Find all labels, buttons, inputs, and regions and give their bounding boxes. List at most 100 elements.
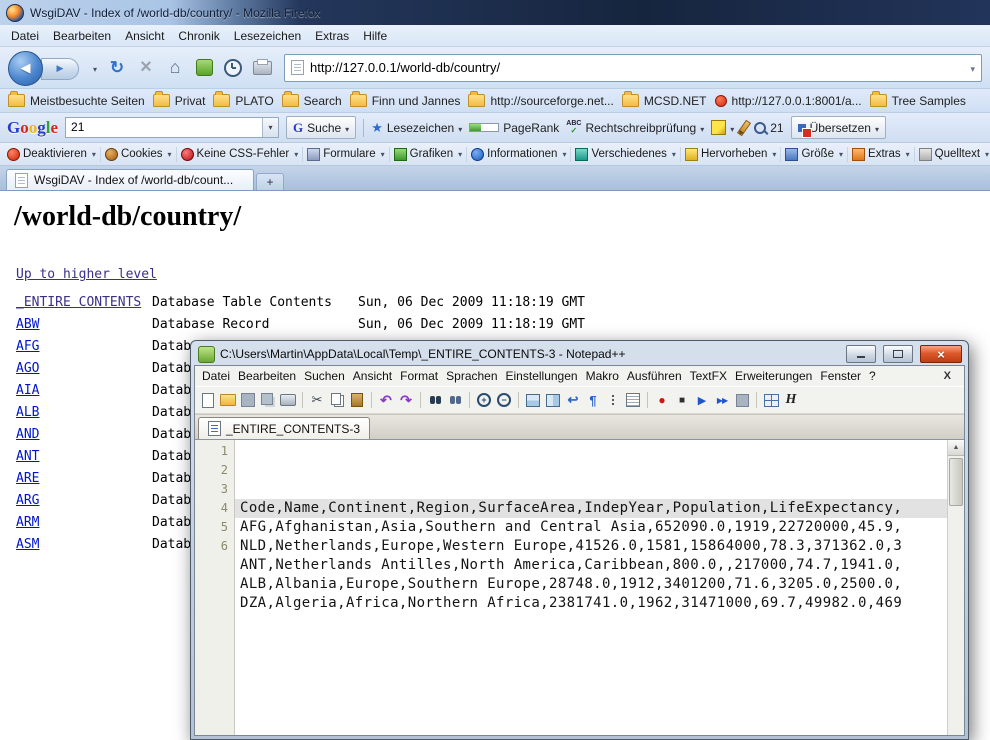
- code-line[interactable]: ANT,Netherlands Antilles,North America,C…: [235, 556, 947, 575]
- close-button[interactable]: [920, 345, 962, 363]
- record-macro-icon[interactable]: [653, 391, 671, 409]
- up-to-higher-level-link[interactable]: Up to higher level: [16, 267, 157, 282]
- highlight-button[interactable]: [711, 120, 734, 135]
- menu-item[interactable]: Datei: [198, 367, 234, 385]
- pagerank-widget[interactable]: PageRank: [469, 121, 559, 135]
- menu-item[interactable]: Makro: [582, 367, 623, 385]
- menu-item[interactable]: Bearbeiten: [46, 27, 118, 45]
- result-counter[interactable]: 21: [754, 121, 783, 135]
- webdev-menu-item[interactable]: Cookies: [101, 147, 177, 162]
- browser-tab[interactable]: WsgiDAV - Index of /world-db/count...: [6, 169, 254, 190]
- webdev-menu-item[interactable]: Keine CSS-Fehler: [177, 147, 304, 162]
- entry-link[interactable]: AFG: [16, 336, 152, 358]
- entry-link[interactable]: ALB: [16, 402, 152, 424]
- replace-icon[interactable]: [446, 391, 464, 409]
- bookmark-item[interactable]: Search: [278, 92, 346, 110]
- code-line[interactable]: DZA,Algeria,Africa,Northern Africa,23817…: [235, 594, 947, 613]
- menu-item[interactable]: Hilfe: [356, 27, 394, 45]
- spellcheck-button[interactable]: ABC Rechtschreibprüfung: [566, 120, 704, 135]
- menu-item[interactable]: ?: [865, 367, 880, 385]
- bookmark-item[interactable]: Meistbesuchte Seiten: [4, 92, 149, 110]
- menu-item[interactable]: Erweiterungen: [731, 367, 816, 385]
- history-dropdown-icon[interactable]: [90, 59, 100, 77]
- webdev-menu-item[interactable]: Extras: [848, 147, 915, 162]
- entry-link[interactable]: AIA: [16, 380, 152, 402]
- maximize-button[interactable]: [883, 345, 913, 363]
- entry-link[interactable]: AND: [16, 424, 152, 446]
- entry-link[interactable]: ARM: [16, 512, 152, 534]
- home-button[interactable]: [163, 56, 187, 80]
- google-search-value[interactable]: 21: [66, 118, 262, 137]
- menu-item[interactable]: Fenster: [816, 367, 865, 385]
- url-dropdown-icon[interactable]: [970, 60, 975, 75]
- entry-link[interactable]: _ENTIRE CONTENTS: [16, 292, 152, 314]
- bookmark-item[interactable]: PLATO: [209, 92, 277, 110]
- webdev-menu-item[interactable]: Formulare: [303, 147, 389, 162]
- redo-icon[interactable]: [397, 391, 415, 409]
- code-line[interactable]: Code,Name,Continent,Region,SurfaceArea,I…: [235, 499, 947, 518]
- entry-link[interactable]: ARG: [16, 490, 152, 512]
- firefox-titlebar[interactable]: WsgiDAV - Index of /world-db/country/ - …: [0, 0, 990, 25]
- sync-scroll-v-icon[interactable]: [524, 391, 542, 409]
- code-line[interactable]: AFG,Afghanistan,Asia,Southern and Centra…: [235, 518, 947, 537]
- find-icon[interactable]: [426, 391, 444, 409]
- run-macro-multiple-icon[interactable]: [713, 391, 731, 409]
- bookmark-item[interactable]: Tree Samples: [866, 92, 970, 110]
- code-line[interactable]: ALB,Albania,Europe,Southern Europe,28748…: [235, 575, 947, 594]
- search-history-dropdown-icon[interactable]: [262, 118, 278, 137]
- show-all-chars-icon[interactable]: [584, 391, 602, 409]
- menu-item[interactable]: Suchen: [300, 367, 349, 385]
- back-button[interactable]: [8, 51, 43, 86]
- stop-button[interactable]: [134, 56, 158, 80]
- webdev-menu-item[interactable]: Informationen: [467, 147, 571, 162]
- webdev-menu-item[interactable]: Quelltext: [915, 147, 990, 162]
- entry-link[interactable]: ARE: [16, 468, 152, 490]
- html-tag-icon[interactable]: [782, 391, 800, 409]
- menu-item[interactable]: TextFX: [686, 367, 731, 385]
- bookmark-item[interactable]: http://127.0.0.1:8001/a...: [711, 92, 866, 110]
- copy-icon[interactable]: [328, 391, 346, 409]
- translate-button[interactable]: Übersetzen: [791, 116, 886, 139]
- menu-item[interactable]: Lesezeichen: [227, 27, 308, 45]
- edit-button[interactable]: [741, 120, 747, 136]
- webdev-menu-item[interactable]: Grafiken: [390, 147, 467, 162]
- menu-item[interactable]: Ansicht: [349, 367, 396, 385]
- bookmark-item[interactable]: Privat: [149, 92, 210, 110]
- url-text[interactable]: http://127.0.0.1/world-db/country/: [310, 60, 964, 75]
- word-wrap-icon[interactable]: [564, 391, 582, 409]
- entry-link[interactable]: ASM: [16, 534, 152, 556]
- google-search-button[interactable]: G Suche: [286, 116, 356, 139]
- minimize-button[interactable]: [846, 345, 876, 363]
- code-line[interactable]: NLD,Netherlands,Europe,Western Europe,41…: [235, 537, 947, 556]
- vertical-scrollbar[interactable]: [947, 440, 964, 735]
- menu-close-button[interactable]: X: [934, 368, 961, 384]
- editor-area[interactable]: 123456 Code,Name,Continent,Region,Surfac…: [195, 439, 964, 735]
- forward-button[interactable]: [41, 58, 79, 80]
- entry-link[interactable]: ABW: [16, 314, 152, 336]
- cut-icon[interactable]: [308, 391, 326, 409]
- save-icon[interactable]: [239, 391, 257, 409]
- menu-item[interactable]: Ansicht: [118, 27, 171, 45]
- bookmark-item[interactable]: Finn und Jannes: [346, 92, 465, 110]
- menu-item[interactable]: Format: [396, 367, 442, 385]
- save-macro-icon[interactable]: [733, 391, 751, 409]
- menu-item[interactable]: Sprachen: [442, 367, 501, 385]
- webdev-menu-item[interactable]: Verschiedenes: [571, 147, 680, 162]
- paste-icon[interactable]: [348, 391, 366, 409]
- menu-item[interactable]: Bearbeiten: [234, 367, 300, 385]
- refresh-button[interactable]: [105, 56, 129, 80]
- document-tab[interactable]: _ENTIRE_CONTENTS-3: [198, 417, 370, 439]
- print-icon[interactable]: [279, 391, 297, 409]
- google-search-input[interactable]: 21: [65, 117, 279, 138]
- entry-link[interactable]: ANT: [16, 446, 152, 468]
- code-view[interactable]: Code,Name,Continent,Region,SurfaceArea,I…: [235, 440, 947, 735]
- scrollbar-thumb[interactable]: [949, 458, 963, 506]
- feed-button[interactable]: [192, 56, 216, 80]
- sync-scroll-h-icon[interactable]: [544, 391, 562, 409]
- history-button[interactable]: [221, 56, 245, 80]
- new-file-icon[interactable]: [199, 391, 217, 409]
- menu-item[interactable]: Einstellungen: [502, 367, 582, 385]
- menu-item[interactable]: Ausführen: [623, 367, 686, 385]
- google-bookmarks-button[interactable]: Lesezeichen: [371, 120, 462, 136]
- webdev-menu-item[interactable]: Hervorheben: [681, 147, 782, 162]
